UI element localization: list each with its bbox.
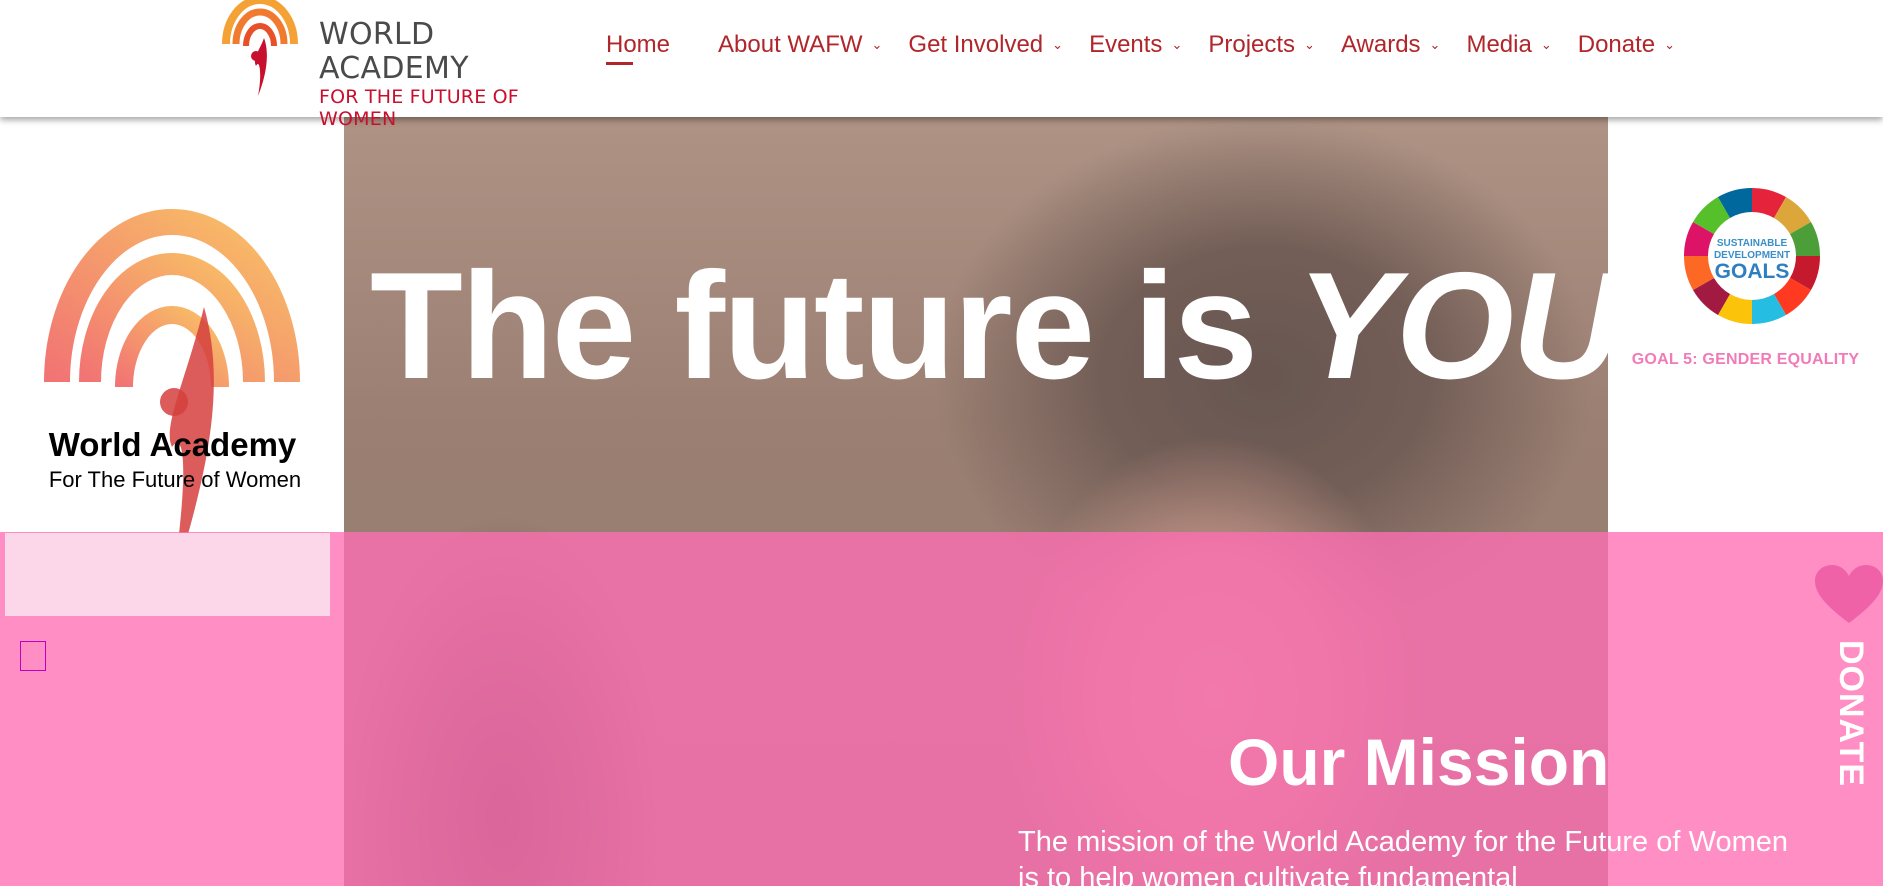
nav-label-get-involved: Get Involved xyxy=(908,31,1044,58)
nav-item-projects[interactable]: Projects ⌄ xyxy=(1208,31,1315,59)
nav-label-donate: Donate xyxy=(1577,31,1656,58)
left-logo-title: World Academy xyxy=(48,426,297,463)
hero-title-emphasis: YOU xyxy=(1296,241,1621,411)
chevron-down-icon: ⌄ xyxy=(1171,37,1183,52)
hero-title: The future is YOU xyxy=(370,250,1622,402)
main-nav: Home About WAFW ⌄ Get Involved ⌄ Events … xyxy=(606,25,1701,65)
brand-tagline: FOR THE FUTURE OF WOMEN xyxy=(319,86,519,130)
nav-item-about-wafw[interactable]: About WAFW ⌄ xyxy=(718,31,882,59)
nav-item-get-involved[interactable]: Get Involved ⌄ xyxy=(908,31,1063,59)
chevron-down-icon: ⌄ xyxy=(1052,37,1064,52)
left-logo-subtitle: For The Future of Women xyxy=(48,467,302,492)
pink-panel xyxy=(5,533,330,616)
chevron-down-icon: ⌄ xyxy=(1664,37,1676,52)
hero-right-panel: SUSTAINABLE DEVELOPMENT GOALS GOAL 5: GE… xyxy=(1608,117,1883,532)
nav-item-home[interactable]: Home xyxy=(606,31,671,65)
nav-label-projects: Projects xyxy=(1208,31,1296,58)
active-indicator xyxy=(606,62,633,65)
mission-title: Our Mission xyxy=(1228,725,1610,799)
goal-label: GOAL 5: GENDER EQUALITY xyxy=(1631,351,1860,368)
nav-label-about-wafw: About WAFW xyxy=(718,31,863,58)
sdg-badge-line3: GOALS xyxy=(1715,260,1790,283)
nav-label-awards: Awards xyxy=(1340,31,1421,58)
hero-title-prefix: The future is xyxy=(370,241,1258,411)
donate-label: DONATE xyxy=(1832,640,1870,788)
nav-item-donate[interactable]: Donate ⌄ xyxy=(1578,31,1675,59)
sdg-wheel-icon[interactable]: SUSTAINABLE DEVELOPMENT GOALS xyxy=(1682,186,1822,326)
chevron-down-icon: ⌄ xyxy=(1540,37,1552,52)
brand-wordmark: WORLD ACADEMY FOR THE FUTURE OF WOMEN xyxy=(319,17,590,131)
chevron-down-icon: ⌄ xyxy=(1429,37,1441,52)
nav-item-media[interactable]: Media ⌄ xyxy=(1466,31,1551,59)
donate-tab[interactable]: DONATE xyxy=(1813,565,1883,788)
site-header: WORLD ACADEMY FOR THE FUTURE OF WOMEN Ho… xyxy=(0,0,1883,130)
sdg-badge-line1: SUSTAINABLE xyxy=(1717,238,1788,249)
heart-icon xyxy=(1815,565,1883,623)
chevron-down-icon: ⌄ xyxy=(1304,37,1315,52)
placeholder-box xyxy=(20,641,46,671)
nav-label-events: Events xyxy=(1089,31,1163,58)
site-logo-link[interactable]: WORLD ACADEMY FOR THE FUTURE OF WOMEN xyxy=(220,0,590,130)
brand-name: WORLD ACADEMY xyxy=(319,17,469,86)
nav-label-home: Home xyxy=(606,31,671,58)
wafw-logo-icon xyxy=(222,0,298,96)
nav-label-media: Media xyxy=(1466,31,1532,58)
nav-item-events[interactable]: Events ⌄ xyxy=(1089,31,1182,59)
chevron-down-icon: ⌄ xyxy=(871,37,883,52)
nav-item-awards[interactable]: Awards ⌄ xyxy=(1341,31,1441,59)
mission-text: The mission of the World Academy for the… xyxy=(1018,826,1788,894)
